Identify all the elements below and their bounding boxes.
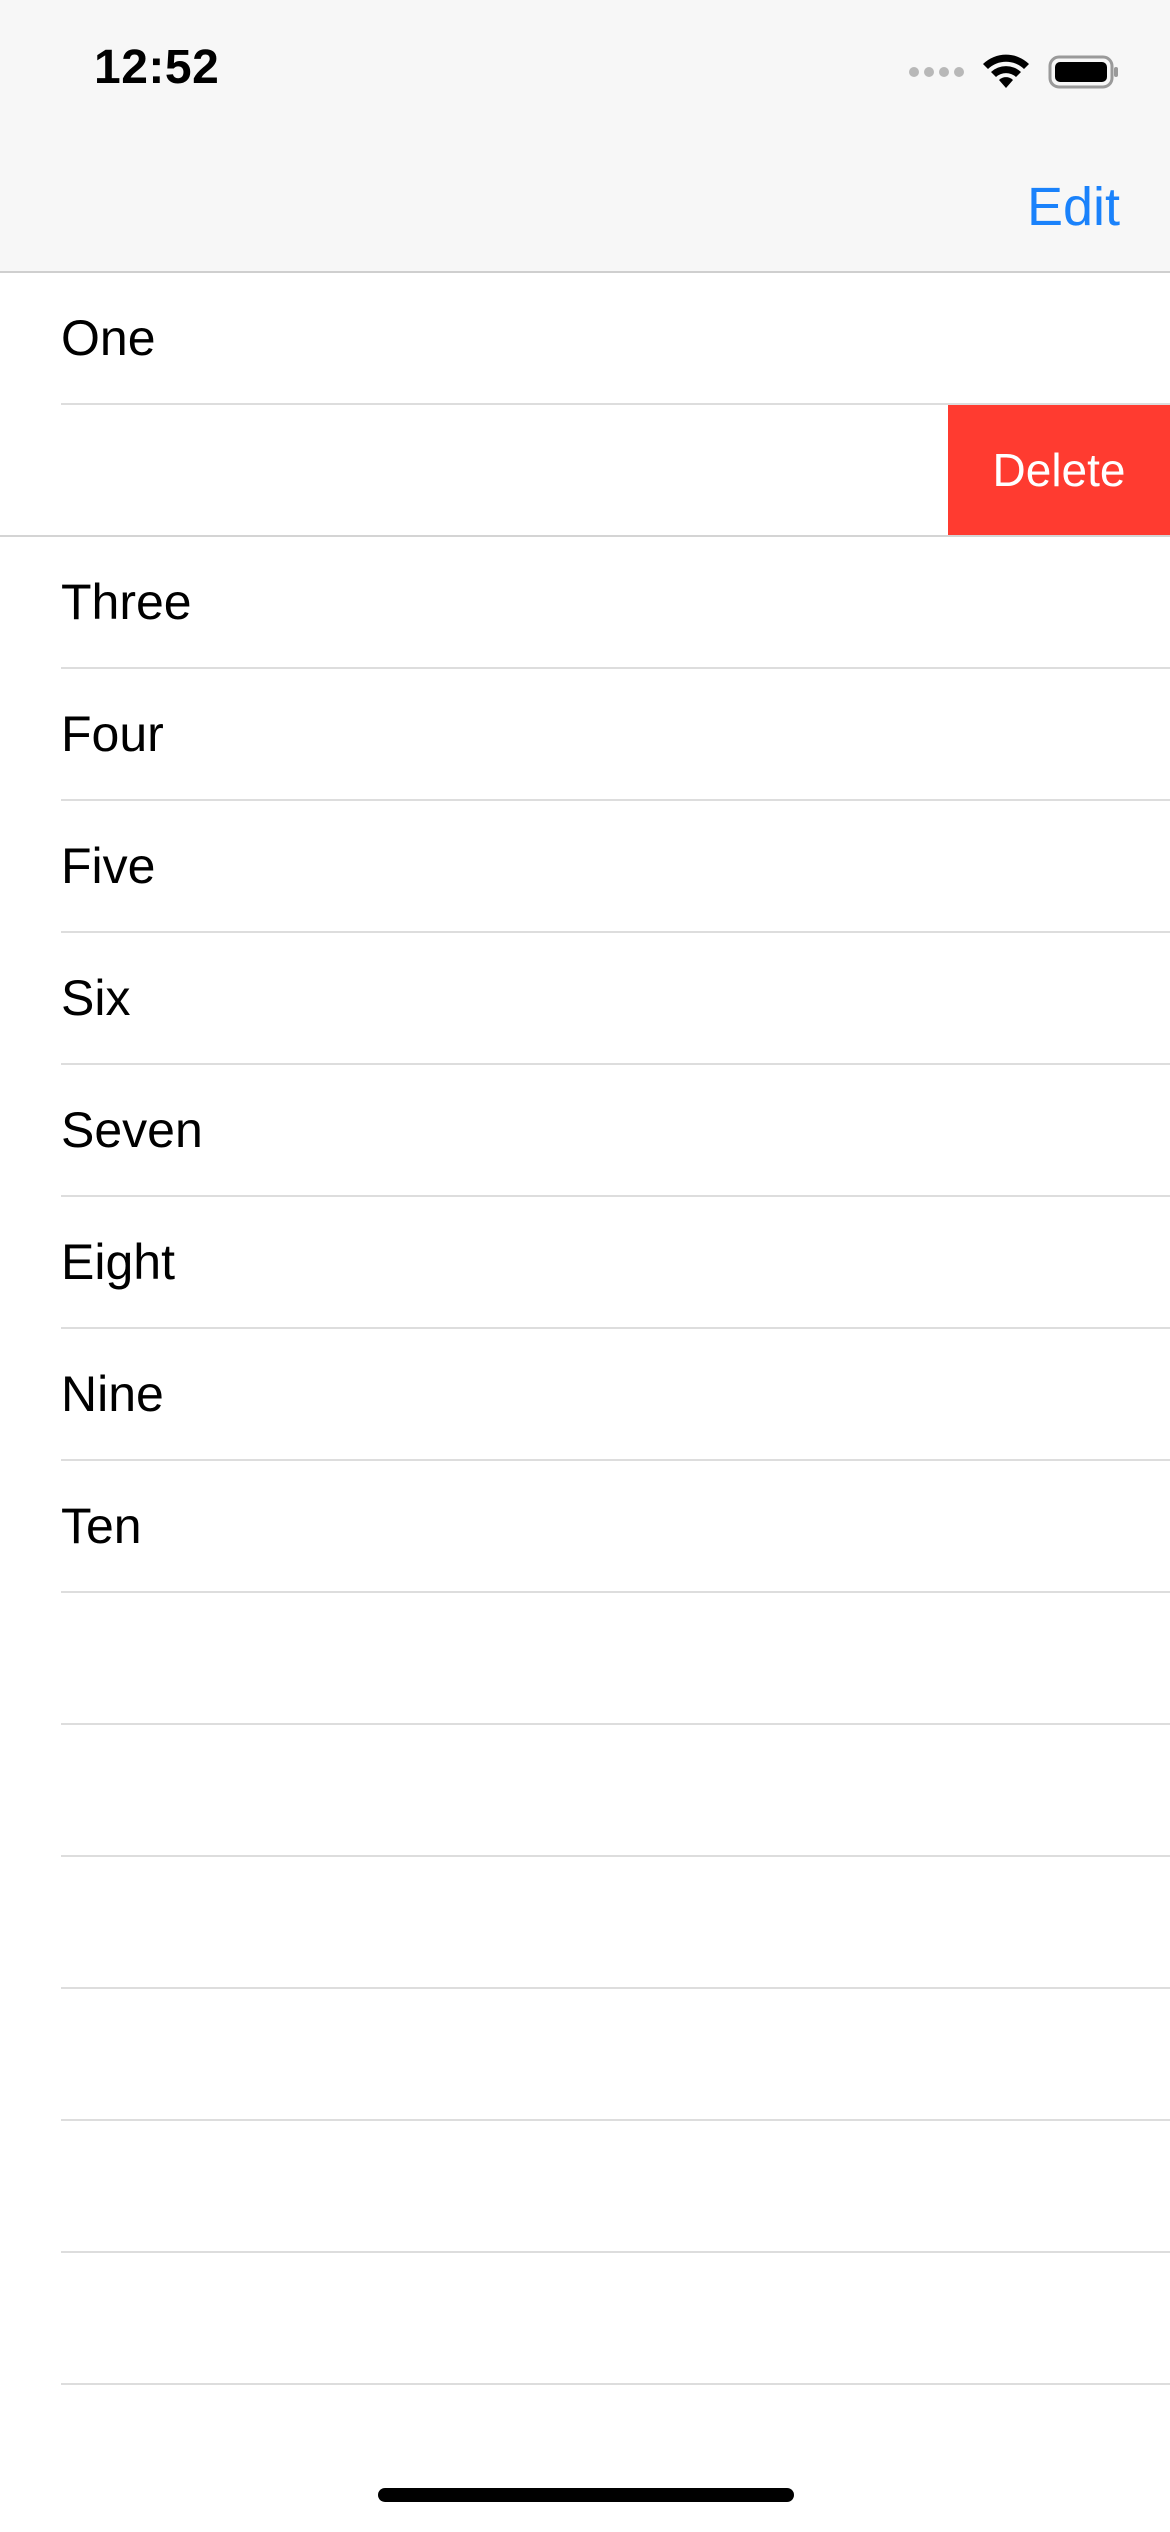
- list-item-label: Six: [61, 970, 131, 1026]
- list-item-label: Three: [61, 574, 192, 630]
- list-item-label: Seven: [61, 1102, 203, 1158]
- empty-row: [0, 1857, 1170, 1989]
- navigation-bar: 12:52 Edit: [0, 0, 1170, 273]
- home-indicator[interactable]: [378, 2488, 794, 2502]
- edit-button[interactable]: Edit: [1027, 176, 1120, 238]
- list-item[interactable]: Five: [0, 801, 1170, 933]
- empty-row: [0, 1989, 1170, 2121]
- list-item-label: Five: [61, 838, 156, 894]
- battery-icon: [1048, 55, 1118, 89]
- list-item-label: Eight: [61, 1234, 175, 1290]
- list-item[interactable]: Three: [0, 537, 1170, 669]
- delete-button[interactable]: Delete: [948, 405, 1170, 535]
- list-item-label: Ten: [61, 1498, 142, 1554]
- list-item[interactable]: Four: [0, 669, 1170, 801]
- list-item-label: Nine: [61, 1366, 164, 1422]
- cellular-signal-icon: [909, 67, 964, 77]
- empty-row: [0, 2121, 1170, 2253]
- list-item[interactable]: One: [0, 273, 1170, 405]
- empty-row: [0, 1593, 1170, 1725]
- list-item[interactable]: Nine: [0, 1329, 1170, 1461]
- list-item[interactable]: Seven: [0, 1065, 1170, 1197]
- list-item[interactable]: Eight: [0, 1197, 1170, 1329]
- empty-row: [0, 2253, 1170, 2385]
- list-item[interactable]: Ten: [0, 1461, 1170, 1593]
- table-list: One Delete Three Four Five Six Seven Eig…: [0, 273, 1170, 2385]
- list-item[interactable]: Six: [0, 933, 1170, 1065]
- row-separator: [61, 2383, 1170, 2385]
- list-item-label: One: [61, 310, 156, 366]
- empty-row: [0, 1725, 1170, 1857]
- status-time: 12:52: [94, 41, 220, 94]
- wifi-icon: [983, 54, 1029, 88]
- list-item-label: Four: [61, 706, 164, 762]
- screen: 12:52 Edit One Delete Three Four Five Si…: [0, 0, 1170, 2532]
- list-item-swiped[interactable]: Delete: [0, 405, 1170, 537]
- status-icons: [909, 52, 1120, 92]
